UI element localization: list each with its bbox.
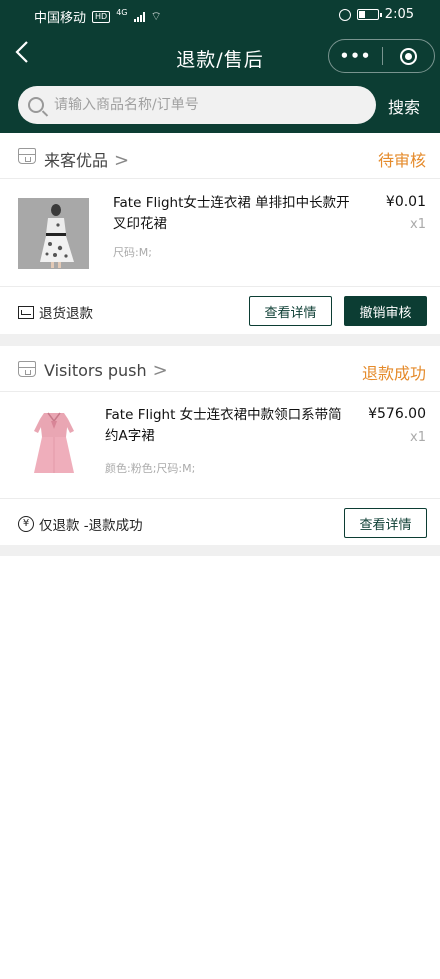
refund-type: 退货退款 xyxy=(18,302,93,322)
order-card: 来客优品 > 待审核 Fate Flight女士连衣裙 单排扣中长款开叉印花裙 尺… xyxy=(0,133,440,334)
store-icon xyxy=(18,361,36,377)
store-icon xyxy=(18,148,36,164)
status-bar: 中国移动 HD 4G ⌔ 2:05 xyxy=(0,0,440,30)
action-row: ¥ 仅退款 -退款成功 查看详情 xyxy=(0,498,440,546)
network-label: 4G xyxy=(116,8,128,17)
carrier-label: 中国移动 xyxy=(34,11,87,26)
nav-bar: 退款/售后 ••• xyxy=(0,34,440,78)
signal-icon xyxy=(133,11,145,22)
clock-label: 2:05 xyxy=(384,7,414,22)
store-name: Visitors push > xyxy=(44,360,168,381)
store-name-text: 来客优品 xyxy=(44,151,109,170)
view-details-button[interactable]: 查看详情 xyxy=(249,296,332,326)
status-left: 中国移动 HD 4G ⌔ xyxy=(34,7,162,26)
store-name: 来客优品 > xyxy=(44,147,129,171)
divider xyxy=(0,545,440,556)
divider xyxy=(0,334,440,346)
product-spec: 颜色:粉色;尺码:M; xyxy=(105,462,196,475)
battery-icon xyxy=(356,9,382,20)
product-title: Fate Flight女士连衣裙 单排扣中长款开叉印花裙 xyxy=(113,195,350,232)
close-miniapp-button[interactable] xyxy=(383,47,434,65)
more-button[interactable]: ••• xyxy=(329,47,382,65)
product-spec: 尺码:M; xyxy=(113,246,152,259)
cancel-review-button[interactable]: 撤销审核 xyxy=(344,296,427,326)
view-details-button[interactable]: 查看详情 xyxy=(344,508,427,538)
store-row[interactable]: Visitors push > 退款成功 xyxy=(0,346,440,392)
search-row: 搜索 xyxy=(0,84,440,126)
product-image xyxy=(18,198,89,269)
yen-icon: ¥ xyxy=(18,516,34,532)
product-price: ¥576.00 xyxy=(368,406,426,422)
alarm-icon xyxy=(338,8,351,21)
target-icon xyxy=(400,47,417,65)
order-status: 退款成功 xyxy=(361,364,426,383)
search-box[interactable] xyxy=(18,86,376,124)
search-icon xyxy=(28,97,44,113)
action-row: 退货退款 查看详情 撤销审核 xyxy=(0,286,440,334)
search-input[interactable] xyxy=(54,97,354,113)
product-quantity: x1 xyxy=(410,217,426,232)
product-quantity: x1 xyxy=(410,430,426,445)
battery-level xyxy=(358,11,365,18)
product-title: Fate Flight 女士连衣裙中款领口系带简约A字裙 xyxy=(105,407,342,444)
order-status: 待审核 xyxy=(377,151,426,170)
return-icon xyxy=(18,305,34,319)
wifi-icon: ⌔ xyxy=(150,9,162,23)
product-image xyxy=(18,407,89,478)
status-right: 2:05 xyxy=(338,7,414,22)
store-name-text: Visitors push xyxy=(44,361,147,380)
product-price: ¥0.01 xyxy=(385,194,426,210)
order-card: Visitors push > 退款成功 Fate Flight 女士连衣裙中款领… xyxy=(0,346,440,545)
store-row[interactable]: 来客优品 > 待审核 xyxy=(0,133,440,179)
hd-badge: HD xyxy=(92,10,111,23)
product-row[interactable]: Fate Flight 女士连衣裙中款领口系带简约A字裙 颜色:粉色;尺码:M;… xyxy=(0,392,440,498)
refund-type: ¥ 仅退款 -退款成功 xyxy=(18,514,143,534)
chevron-right-icon: > xyxy=(114,150,130,171)
miniapp-capsule: ••• xyxy=(328,39,435,73)
chevron-right-icon: > xyxy=(152,360,168,381)
top-bar: 中国移动 HD 4G ⌔ 2:05 退款/售后 ••• 搜索 xyxy=(0,0,440,133)
product-row[interactable]: Fate Flight女士连衣裙 单排扣中长款开叉印花裙 尺码:M; ¥0.01… xyxy=(0,179,440,286)
search-button[interactable]: 搜索 xyxy=(388,94,420,118)
refund-type-label: 仅退款 -退款成功 xyxy=(39,518,143,534)
refund-type-label: 退货退款 xyxy=(39,306,93,322)
